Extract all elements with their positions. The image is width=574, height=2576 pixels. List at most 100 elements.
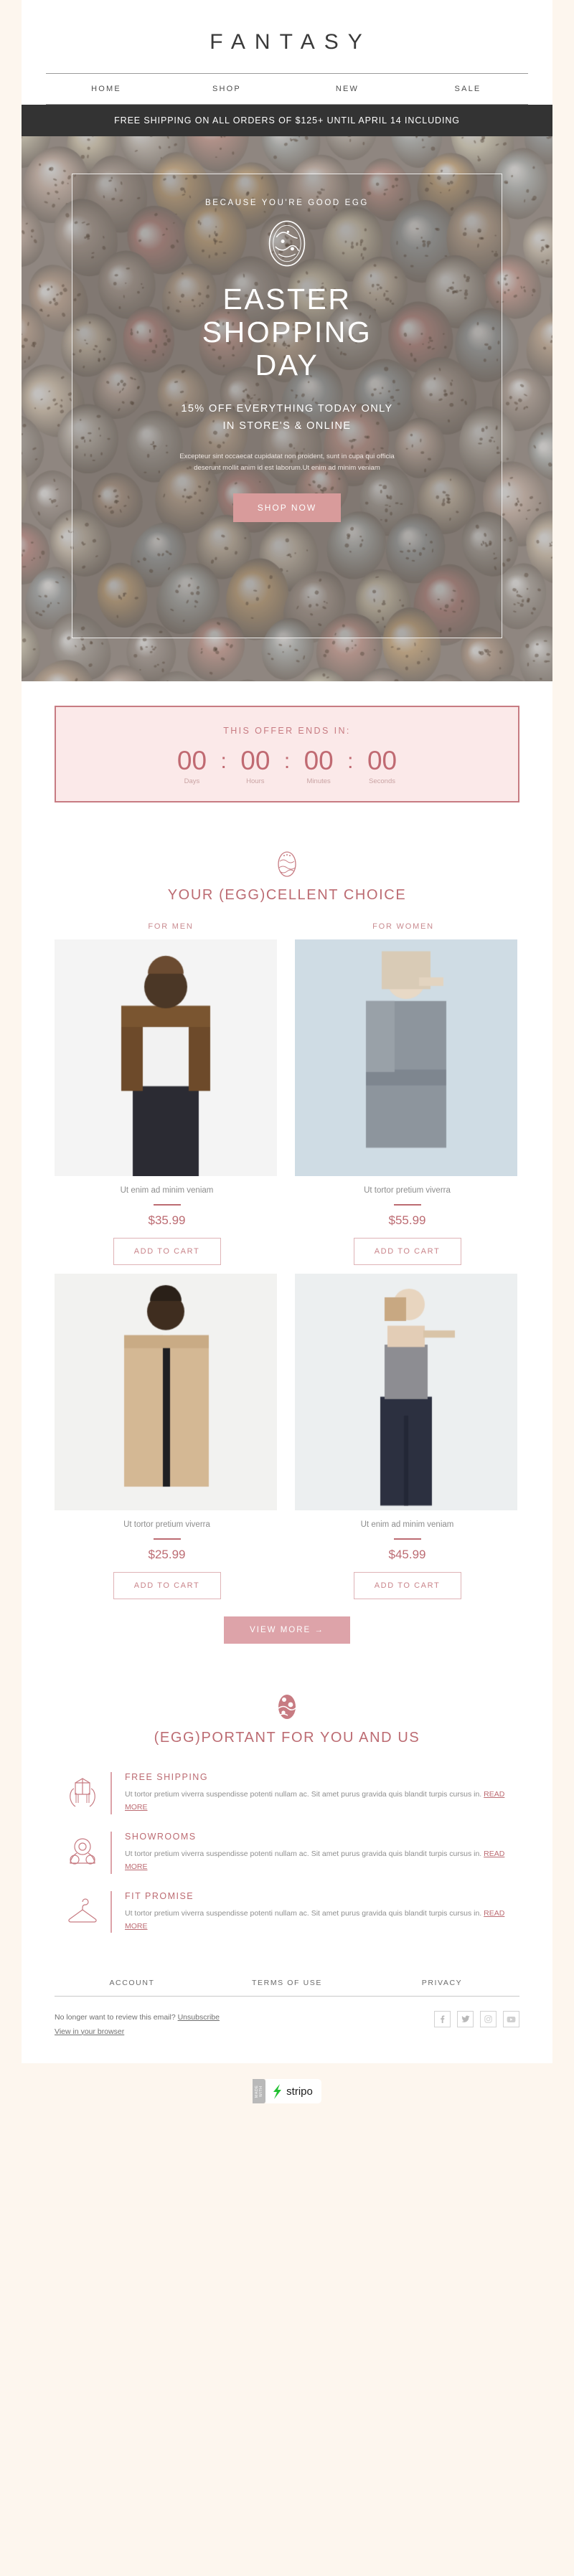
- email-body: FANTASY HOME SHOP NEW SALE FREE SHIPPING ON…: [22, 0, 552, 2064]
- products-section: YOUR (EGG)CELLENT CHOICE FOR MEN FOR WOME…: [22, 824, 552, 1662]
- hero-title-line-1: EASTER: [222, 283, 352, 316]
- view-more-button[interactable]: VIEW MORE →: [224, 1616, 350, 1644]
- stripo-mark-icon: [273, 2083, 282, 2099]
- product-price: $25.99: [148, 1548, 186, 1561]
- location-pin-icon: [55, 1832, 110, 1872]
- nav-item-sale[interactable]: SALE: [408, 85, 528, 93]
- easter-egg-icon: [278, 851, 296, 877]
- stripo-name: stripo: [286, 2085, 313, 2098]
- benefit-row: FREE SHIPPING Ut tortor pretium viverra s…: [55, 1763, 519, 1823]
- product-card[interactable]: Ut enim ad minim veniam $45.99 ADD TO CART: [295, 1274, 519, 1599]
- benefit-body: FIT PROMISE Ut tortor pretium viverra sus…: [110, 1890, 519, 1933]
- main-nav: HOME SHOP NEW SALE: [46, 73, 528, 105]
- add-to-cart-button[interactable]: ADD TO CART: [353, 1238, 461, 1265]
- benefit-text: Ut tortor pretium viverra suspendisse po…: [125, 1790, 505, 1812]
- read-more-link[interactable]: READ MORE: [125, 1909, 504, 1931]
- countdown-caption: Seconds: [369, 777, 395, 785]
- benefits-title: (EGG)PORTANT FOR YOU AND US: [154, 1730, 420, 1746]
- stripo-badge-wrap: MADE WITH stripo: [0, 2063, 574, 2126]
- countdown-separator: :: [347, 749, 354, 773]
- unsubscribe-link[interactable]: Unsubscribe: [178, 2013, 220, 2022]
- footer-bottom: No longer want to review this email? Uns…: [55, 1997, 519, 2039]
- countdown-value: 00: [177, 746, 207, 775]
- made-with-label: MADE WITH: [253, 2079, 266, 2104]
- footer-link-privacy[interactable]: PRIVACY: [364, 1979, 519, 1987]
- countdown-caption: Minutes: [306, 777, 331, 785]
- product-card[interactable]: Ut tortor pretium viverra $25.99 ADD TO CA…: [55, 1274, 279, 1599]
- product-photo[interactable]: [295, 939, 519, 1176]
- stripo-logo: stripo: [265, 2079, 321, 2104]
- benefit-body: SHOWROOMS Ut tortor pretium viverra suspe…: [110, 1831, 519, 1874]
- countdown-unit-seconds: 00 Seconds: [355, 747, 410, 785]
- footer-link-terms-of-use[interactable]: TERMS OF USE: [210, 1979, 364, 1987]
- column-header-for-women: FOR WOMEN: [372, 922, 434, 931]
- product-price: $55.99: [388, 1213, 426, 1227]
- shipping-banner: FREE SHIPPING ON ALL ORDERS OF $125+ UNT…: [22, 105, 552, 136]
- shop-now-button[interactable]: SHOP NOW: [232, 493, 342, 523]
- social-links: [434, 2011, 519, 2028]
- product-price: $35.99: [148, 1213, 186, 1227]
- nav-item-new[interactable]: NEW: [287, 85, 408, 93]
- unsubscribe-prefix: No longer want to review this email?: [55, 2013, 176, 2022]
- brand-logo: FANTASY: [210, 30, 372, 54]
- product-photo[interactable]: [295, 1274, 519, 1510]
- instagram-icon[interactable]: [480, 2011, 497, 2028]
- product-divider: [153, 1538, 181, 1540]
- footer-link-account[interactable]: ACCOUNT: [55, 1979, 210, 1987]
- decorated-easter-egg-icon: [278, 1695, 297, 1719]
- products-title: YOUR (EGG)CELLENT CHOICE: [167, 887, 407, 903]
- countdown-value: 00: [304, 746, 334, 775]
- countdown-value: 00: [367, 746, 397, 775]
- hero-description: Excepteur sint occaecat cupidatat non pr…: [179, 452, 395, 473]
- stripo-badge[interactable]: MADE WITH stripo: [253, 2079, 321, 2104]
- countdown-unit-minutes: 00 Minutes: [291, 747, 346, 785]
- product-row: Ut tortor pretium viverra $25.99 ADD TO CA…: [55, 1274, 519, 1599]
- hero-section: BECAUSE YOU'RE GOOD EGG EASTER SHOPPING …: [22, 136, 552, 681]
- hero-offer: 15% OFF EVERYTHING TODAY ONLY IN STORE'S…: [181, 401, 392, 435]
- countdown-timer: 00 Days:00 Hours:00 Minutes:00 Seconds: [63, 747, 511, 785]
- benefit-row: SHOWROOMS Ut tortor pretium viverra suspe…: [55, 1823, 519, 1883]
- product-name: Ut tortor pretium viverra: [364, 1186, 451, 1195]
- product-grid: Ut enim ad minim veniam $35.99 ADD TO CART…: [55, 939, 519, 1599]
- product-price: $45.99: [388, 1548, 426, 1561]
- facebook-icon[interactable]: [434, 2011, 451, 2028]
- view-in-browser-link[interactable]: View in your browser: [55, 2027, 124, 2036]
- nav-item-home[interactable]: HOME: [46, 85, 166, 93]
- read-more-link[interactable]: READ MORE: [125, 1790, 504, 1812]
- benefit-row: FIT PROMISE Ut tortor pretium viverra sus…: [55, 1883, 519, 1942]
- countdown-unit-days: 00 Days: [164, 747, 219, 785]
- hero-title-line-3: DAY: [255, 348, 319, 382]
- hero-title-line-2: SHOPPING: [202, 315, 372, 349]
- product-divider: [393, 1538, 421, 1540]
- countdown-section: THIS OFFER ENDS IN: 00 Days:00 Hours:00 Min…: [22, 681, 552, 824]
- product-photo[interactable]: [55, 1274, 279, 1510]
- product-photo[interactable]: [55, 939, 279, 1176]
- add-to-cart-button[interactable]: ADD TO CART: [113, 1238, 221, 1265]
- read-more-link[interactable]: READ MORE: [125, 1850, 504, 1871]
- countdown-value: 00: [240, 746, 270, 775]
- hero-kicker: BECAUSE YOU'RE GOOD EGG: [205, 199, 369, 207]
- benefit-text: Ut tortor pretium viverra suspendisse po…: [125, 1908, 505, 1931]
- product-name: Ut enim ad minim veniam: [360, 1520, 454, 1529]
- product-card[interactable]: Ut enim ad minim veniam $35.99 ADD TO CART: [55, 939, 279, 1265]
- product-card[interactable]: Ut tortor pretium viverra $55.99 ADD TO CA…: [295, 939, 519, 1265]
- hero-offer-line-2: IN STORE'S & ONLINE: [222, 420, 352, 432]
- add-to-cart-button[interactable]: ADD TO CART: [113, 1572, 221, 1599]
- benefit-title: FIT PROMISE: [125, 1890, 194, 1901]
- benefit-title: SHOWROOMS: [125, 1831, 197, 1842]
- countdown-caption: Days: [184, 777, 200, 785]
- countdown-caption: Hours: [246, 777, 265, 785]
- hands-box-icon: [55, 1773, 110, 1813]
- product-row: Ut enim ad minim veniam $35.99 ADD TO CART…: [55, 939, 519, 1265]
- youtube-icon[interactable]: [503, 2011, 519, 2028]
- footer-nav: ACCOUNT TERMS OF USE PRIVACY: [55, 1979, 519, 1997]
- add-to-cart-button[interactable]: ADD TO CART: [353, 1572, 461, 1599]
- product-name: Ut tortor pretium viverra: [123, 1520, 210, 1529]
- hero-frame: BECAUSE YOU'RE GOOD EGG EASTER SHOPPING …: [72, 174, 502, 638]
- twitter-icon[interactable]: [457, 2011, 474, 2028]
- countdown-separator: :: [283, 749, 291, 773]
- email-footer: ACCOUNT TERMS OF USE PRIVACY No longer wan…: [22, 1960, 552, 2064]
- product-divider: [153, 1204, 181, 1206]
- nav-item-shop[interactable]: SHOP: [166, 85, 287, 93]
- column-header-for-men: FOR MEN: [148, 922, 194, 931]
